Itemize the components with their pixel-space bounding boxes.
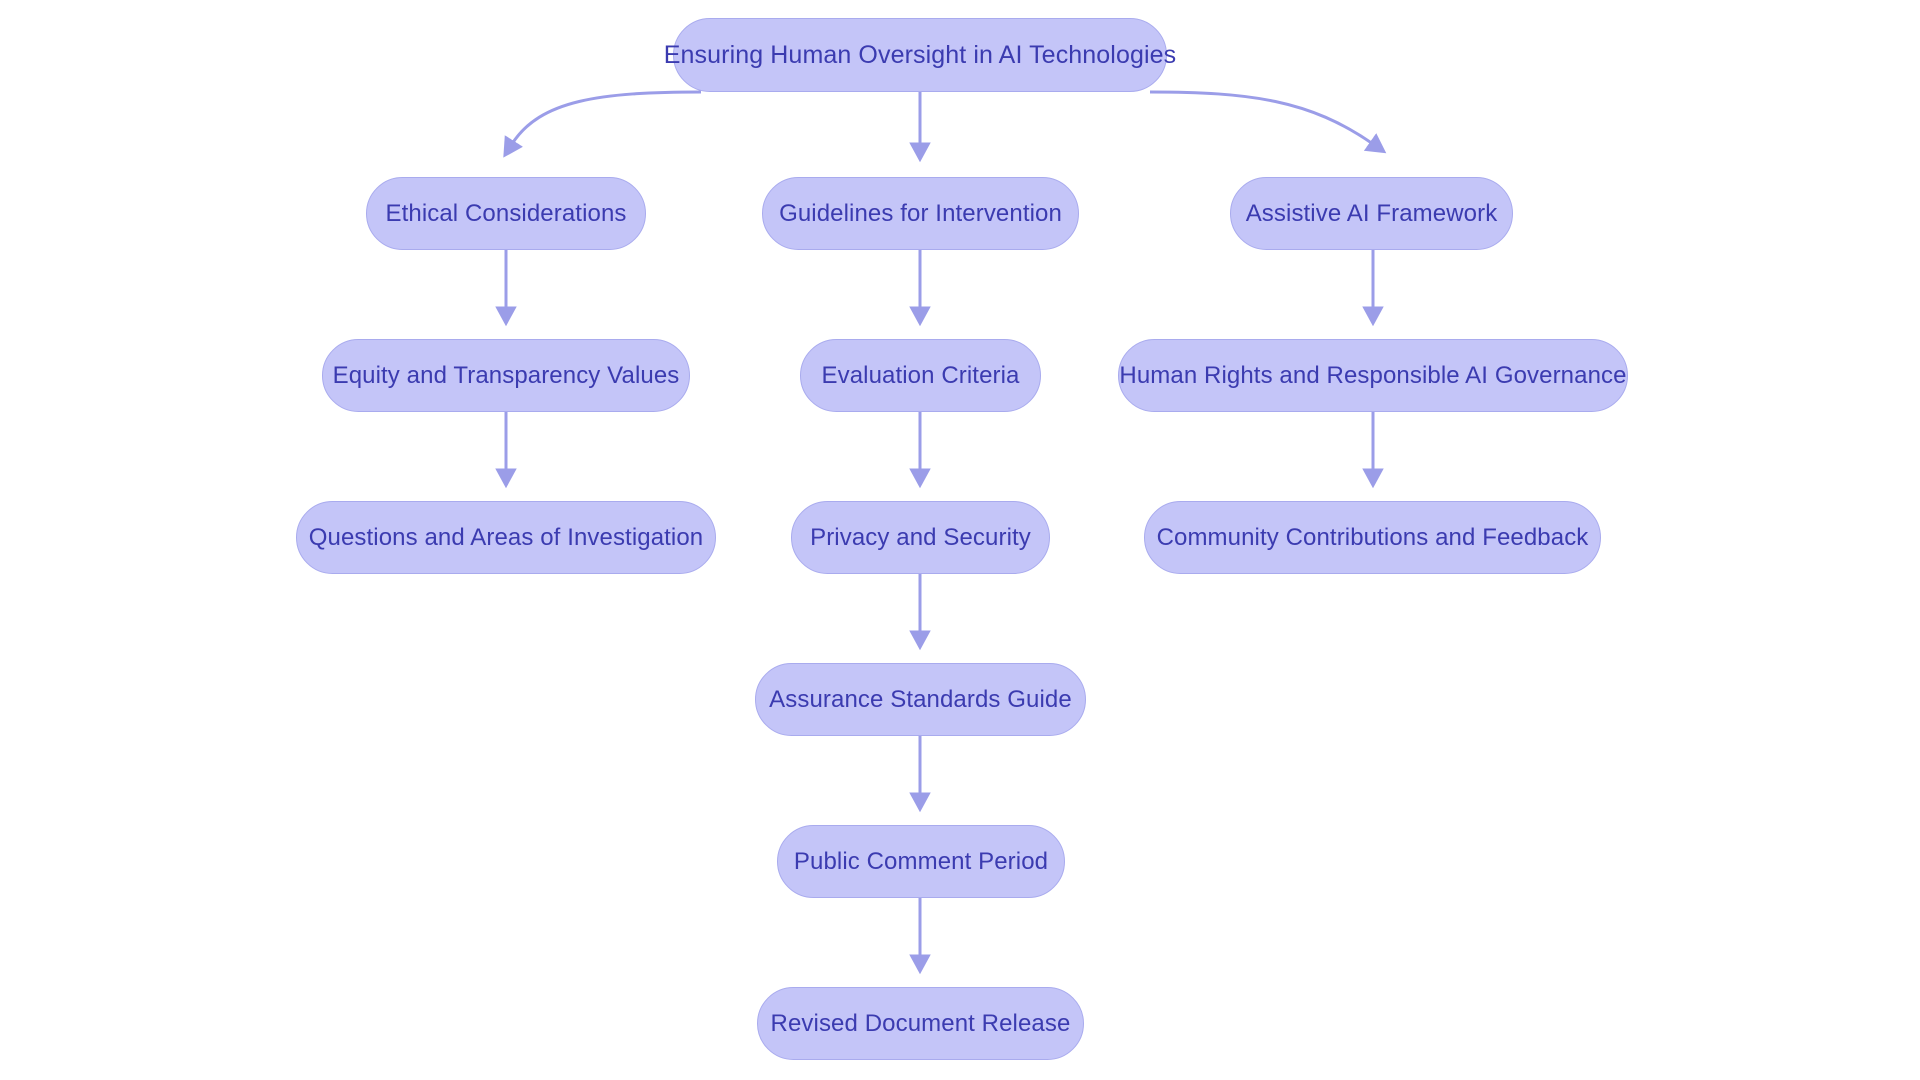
node-root[interactable]: Ensuring Human Oversight in AI Technolog… xyxy=(664,18,1176,92)
node-public-comment-period-label: Public Comment Period xyxy=(793,847,1049,875)
node-layer: Ensuring Human Oversight in AI Technolog… xyxy=(0,0,1920,1080)
node-guidelines-for-intervention-label: Guidelines for Intervention xyxy=(779,199,1062,227)
node-community-contributions[interactable]: Community Contributions and Feedback xyxy=(1144,501,1601,574)
node-questions-and-areas-label: Questions and Areas of Investigation xyxy=(308,523,704,551)
node-revised-document-release-label: Revised Document Release xyxy=(770,1009,1071,1037)
node-community-contributions-label: Community Contributions and Feedback xyxy=(1156,523,1589,551)
node-privacy-and-security-label: Privacy and Security xyxy=(810,523,1031,551)
node-ethical-considerations-label: Ethical Considerations xyxy=(385,199,627,227)
node-equity-and-transparency-values[interactable]: Equity and Transparency Values xyxy=(322,339,690,412)
node-guidelines-for-intervention[interactable]: Guidelines for Intervention xyxy=(762,177,1079,250)
node-revised-document-release[interactable]: Revised Document Release xyxy=(757,987,1084,1060)
flowchart-diagram: Ensuring Human Oversight in AI Technolog… xyxy=(0,0,1920,1080)
node-evaluation-criteria-label: Evaluation Criteria xyxy=(821,361,1020,389)
node-public-comment-period[interactable]: Public Comment Period xyxy=(777,825,1065,898)
node-questions-and-areas[interactable]: Questions and Areas of Investigation xyxy=(296,501,716,574)
node-root-label: Ensuring Human Oversight in AI Technolog… xyxy=(663,40,1177,69)
node-evaluation-criteria[interactable]: Evaluation Criteria xyxy=(800,339,1041,412)
node-privacy-and-security[interactable]: Privacy and Security xyxy=(791,501,1050,574)
node-assistive-ai-framework-label: Assistive AI Framework xyxy=(1245,199,1498,227)
node-assurance-standards-guide[interactable]: Assurance Standards Guide xyxy=(755,663,1086,736)
node-ethical-considerations[interactable]: Ethical Considerations xyxy=(366,177,646,250)
node-human-rights-and-governance-label: Human Rights and Responsible AI Governan… xyxy=(1119,361,1627,389)
node-assistive-ai-framework[interactable]: Assistive AI Framework xyxy=(1230,177,1513,250)
node-equity-and-transparency-values-label: Equity and Transparency Values xyxy=(332,361,680,389)
node-assurance-standards-guide-label: Assurance Standards Guide xyxy=(769,685,1072,713)
node-human-rights-and-governance[interactable]: Human Rights and Responsible AI Governan… xyxy=(1118,339,1628,412)
